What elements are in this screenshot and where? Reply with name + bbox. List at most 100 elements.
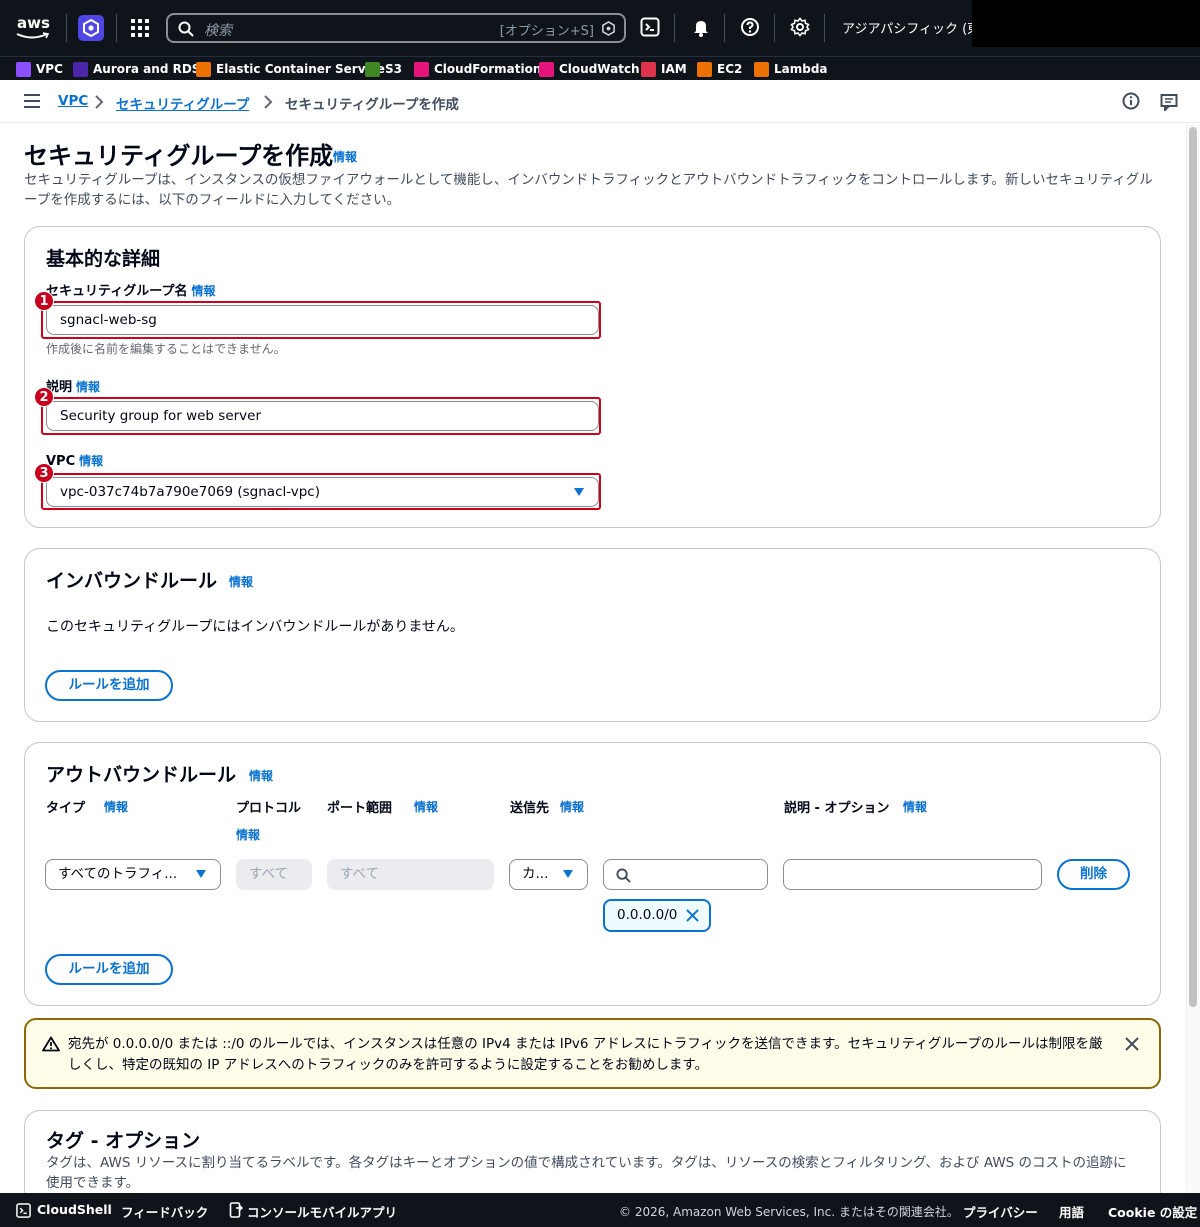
notifications-bell-icon[interactable] [691,17,711,37]
protocol-info-link[interactable]: 情報 [236,826,260,843]
inbound-info-link[interactable]: 情報 [229,573,253,590]
outbound-port-range-field: すべて [327,859,494,890]
settings-gear-icon[interactable] [790,17,810,37]
favorite-label: Elastic Container Service [216,62,385,76]
account-menu-redacted[interactable] [972,0,1200,47]
favorite-label: CloudWatch [559,62,640,76]
step-badge-1: 1 [34,291,54,311]
name-info-link[interactable]: 情報 [191,284,215,298]
vpc-info-link[interactable]: 情報 [79,454,103,468]
chevron-right-icon [264,95,273,109]
footer-terms-link[interactable]: 用語 [1059,1202,1084,1221]
help-icon[interactable] [740,17,760,37]
step-badge-3: 3 [34,463,54,483]
tags-title: タグ - オプション [46,1130,201,1152]
col-header-type: タイプ [46,801,86,816]
favorites-bar: VPC Aurora and RDS Elastic Container Ser… [0,56,1200,80]
footer-privacy-link[interactable]: プライバシー [963,1202,1038,1221]
favorite-ec2[interactable]: EC2 [697,61,742,77]
services-grid-icon[interactable] [130,18,150,38]
caret-down-icon [574,488,584,496]
breadcrumb-bar: VPC セキュリティグループ セキュリティグループを作成 [0,80,1200,123]
cidr-token-label: 0.0.0.0/0 [617,907,678,923]
aws-logo-text: aws [17,14,50,32]
col-header-destination: 送信先 [510,801,550,816]
type-info-link[interactable]: 情報 [104,798,128,815]
outbound-destination-search-input[interactable] [603,859,768,890]
footer-mobile-app-link[interactable]: コンソールモバイルアプリ [247,1202,397,1221]
favorite-cloudwatch[interactable]: CloudWatch [539,61,640,77]
cloudshell-icon [16,1203,31,1218]
dismiss-close-icon[interactable] [1125,1037,1139,1051]
favorite-s3[interactable]: S3 [365,61,402,77]
favorite-lambda[interactable]: Lambda [754,61,828,77]
vpc-select-value: vpc-037c74b7a790e7069 (sgnacl-vpc) [60,484,321,500]
menu-hamburger-icon[interactable] [24,94,40,108]
description-info-link[interactable]: 情報 [903,798,927,815]
feedback-icon[interactable] [1160,93,1178,111]
breadcrumb-security-groups[interactable]: セキュリティグループ [116,93,249,113]
page-scrollbar-thumb[interactable] [1189,127,1197,1007]
description-label: 説明 情報 [46,376,100,395]
search-icon [178,21,194,37]
inbound-rules-panel: インバウンドルール 情報 このセキュリティグループにはインバウンドルールがありま… [24,548,1161,722]
destination-type-value: カ... [522,866,549,882]
aws-smile-icon [16,32,50,39]
favorite-label: Lambda [774,62,828,76]
favorite-aurora-rds[interactable]: Aurora and RDS [73,61,200,77]
name-constraint-hint: 作成後に名前を編集することはできません。 [46,342,286,356]
add-inbound-rule-button[interactable]: ルールを追加 [45,670,173,701]
nav-divider [724,14,725,42]
global-search-input[interactable]: 検索 [オプション+S] [166,13,626,43]
outbound-info-link[interactable]: 情報 [249,767,273,784]
col-header-description: 説明 - オプション [784,801,890,816]
lambda-service-icon [754,61,769,77]
nav-divider [66,14,67,42]
search-placeholder: 検索 [204,23,232,39]
basic-details-title: 基本的な詳細 [46,248,161,270]
open-destination-warning-alert: 宛先が 0.0.0.0/0 または ::/0 のルールでは、インスタンスは任意の… [24,1018,1161,1089]
aws-logo[interactable]: aws [14,12,54,42]
vpc-service-icon [16,61,31,77]
remove-token-close-icon[interactable] [686,909,699,922]
outbound-destination-type-select[interactable]: カ... [509,859,588,890]
favorite-iam[interactable]: IAM [641,61,687,77]
col-header-protocol: プロトコル [236,801,302,816]
footer-cloudshell-link[interactable]: CloudShell [37,1202,112,1217]
cloudshell-icon[interactable] [640,17,660,37]
breadcrumb-vpc[interactable]: VPC [58,93,88,109]
favorite-label: EC2 [717,62,743,76]
description-input[interactable]: Security group for web server [46,401,599,431]
favorite-label: CloudFormation [434,62,542,76]
favorite-label: S3 [385,62,402,76]
favorite-ecs[interactable]: Elastic Container Service [196,61,385,77]
favorite-vpc[interactable]: VPC [16,61,63,77]
cloudformation-service-icon [414,61,429,77]
port-info-link[interactable]: 情報 [414,798,438,815]
favorite-cloudformation[interactable]: CloudFormation [414,61,541,77]
security-group-name-input[interactable]: sgnacl-web-sg [46,305,599,335]
search-icon [616,868,631,883]
s3-service-icon [365,61,380,77]
info-panel-icon[interactable] [1122,92,1140,110]
outbound-description-input[interactable] [783,859,1042,890]
outbound-type-select[interactable]: すべてのトラフィ... [45,859,221,890]
tags-description: タグは、AWS リソースに割り当てるラベルです。各タグはキーとオプションの値で構… [46,1155,1127,1191]
footer-feedback-link[interactable]: フィードバック [121,1202,208,1221]
amazon-q-small-icon[interactable] [601,21,616,36]
page-info-link[interactable]: 情報 [333,148,357,165]
add-outbound-rule-button[interactable]: ルールを追加 [45,954,173,985]
amazon-q-icon[interactable] [78,15,104,41]
step-badge-2: 2 [34,387,54,407]
basic-details-panel: 基本的な詳細 セキュリティグループ名 情報 sgnacl-web-sg 1 作成後… [24,226,1161,528]
outbound-rules-panel: アウトバウンドルール 情報 タイプ 情報 プロトコル 情報 ポート範囲 情報 送… [24,742,1161,1006]
outbound-protocol-field: すべて [236,859,312,890]
destination-info-link[interactable]: 情報 [560,798,584,815]
nav-divider [116,14,117,42]
cloudwatch-service-icon [539,61,554,77]
footer-cookie-link[interactable]: Cookie の設定 [1108,1202,1197,1221]
caret-down-icon [563,870,573,878]
description-info-link[interactable]: 情報 [76,380,100,394]
delete-outbound-rule-button[interactable]: 削除 [1057,859,1130,890]
vpc-select[interactable]: vpc-037c74b7a790e7069 (sgnacl-vpc) [46,477,599,507]
